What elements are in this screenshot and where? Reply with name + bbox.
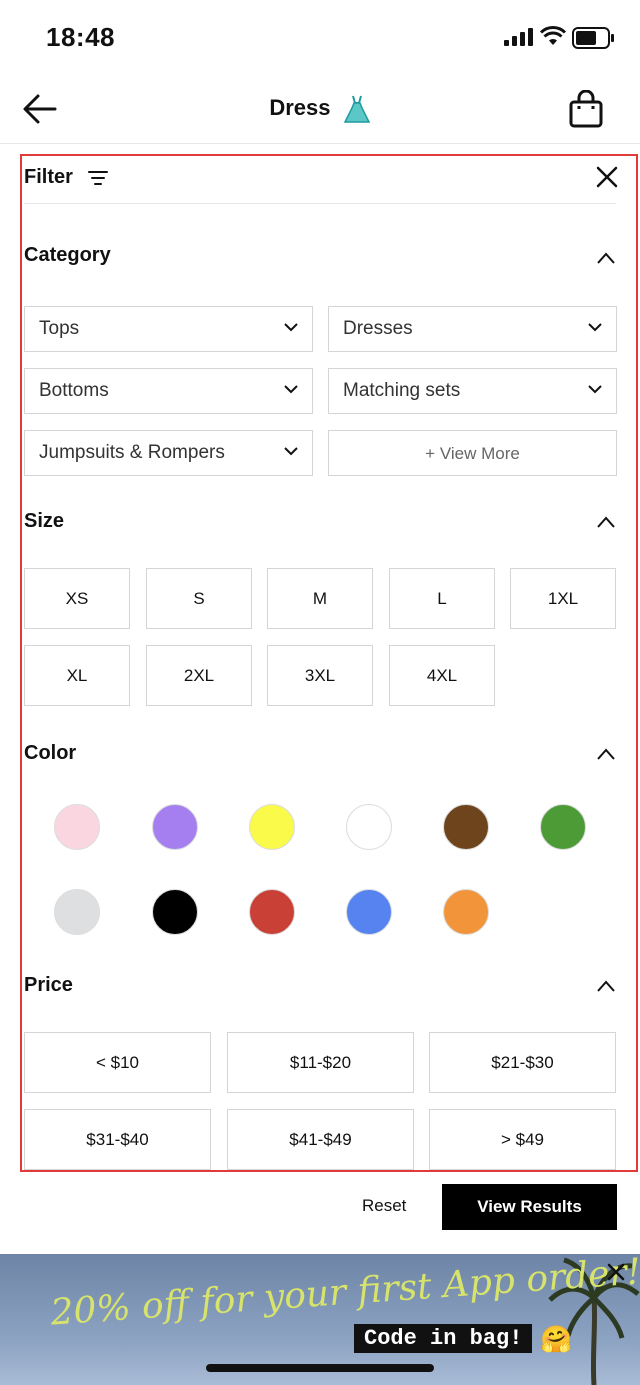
price-option-21-30[interactable]: $21-$30	[429, 1032, 616, 1093]
filter-header: Filter	[24, 160, 618, 204]
size-option-2xl[interactable]: 2XL	[146, 645, 252, 706]
color-swatch[interactable]	[249, 804, 295, 850]
app-header: Dress	[0, 72, 640, 144]
category-label: Dresses	[343, 318, 413, 339]
filter-panel: Filter Category Tops Dresses Bottoms Mat…	[20, 154, 638, 1172]
reset-button[interactable]: Reset	[362, 1196, 406, 1216]
view-results-button[interactable]: View Results	[442, 1184, 617, 1230]
status-time: 18:48	[46, 22, 115, 52]
category-dropdown-tops[interactable]: Tops	[24, 306, 313, 352]
chevron-down-icon	[284, 323, 298, 332]
size-option-3xl[interactable]: 3XL	[267, 645, 373, 706]
promo-code-label: Code in bag!	[354, 1324, 533, 1353]
home-indicator[interactable]	[206, 1364, 434, 1372]
size-title: Size	[24, 510, 65, 532]
category-label: Matching sets	[343, 380, 461, 401]
wifi-icon	[540, 26, 566, 45]
color-swatch[interactable]	[54, 889, 100, 935]
size-option-s[interactable]: S	[146, 568, 252, 629]
filter-title: Filter	[24, 166, 73, 188]
size-option-xs[interactable]: XS	[24, 568, 130, 629]
size-option-4xl[interactable]: 4XL	[389, 645, 495, 706]
price-option-over-49[interactable]: > $49	[429, 1109, 616, 1170]
chevron-down-icon	[284, 385, 298, 394]
color-swatch[interactable]	[152, 804, 198, 850]
price-option-11-20[interactable]: $11-$20	[227, 1032, 414, 1093]
size-option-xl[interactable]: XL	[24, 645, 130, 706]
color-swatch[interactable]	[249, 889, 295, 935]
color-swatch[interactable]	[540, 804, 586, 850]
chevron-down-icon	[284, 447, 298, 456]
chevron-up-icon[interactable]	[596, 980, 616, 992]
chevron-down-icon	[588, 323, 602, 332]
status-bar: 18:48	[0, 0, 640, 72]
page-title: Dress	[0, 94, 640, 124]
close-icon[interactable]	[596, 166, 618, 188]
category-dropdown-bottoms[interactable]: Bottoms	[24, 368, 313, 414]
close-icon[interactable]	[606, 1262, 626, 1282]
category-label: Jumpsuits & Rompers	[39, 442, 225, 463]
category-dropdown-dresses[interactable]: Dresses	[328, 306, 617, 352]
chevron-up-icon[interactable]	[596, 516, 616, 528]
category-label: Tops	[39, 318, 80, 339]
price-option-31-40[interactable]: $31-$40	[24, 1109, 211, 1170]
category-dropdown-jumpsuits[interactable]: Jumpsuits & Rompers	[24, 430, 313, 476]
category-dropdown-matching-sets[interactable]: Matching sets	[328, 368, 617, 414]
battery-icon	[572, 27, 614, 49]
color-title: Color	[24, 742, 77, 764]
price-option-41-49[interactable]: $41-$49	[227, 1109, 414, 1170]
cellular-signal-icon	[504, 28, 533, 46]
dress-icon	[343, 95, 370, 123]
color-swatch[interactable]	[443, 804, 489, 850]
price-option-under-10[interactable]: < $10	[24, 1032, 211, 1093]
price-title: Price	[24, 974, 73, 996]
category-label: Bottoms	[39, 380, 109, 401]
page-title-text: Dress	[269, 94, 331, 120]
size-option-m[interactable]: M	[267, 568, 373, 629]
chevron-up-icon[interactable]	[596, 252, 616, 264]
filter-lines-icon	[88, 171, 108, 185]
color-swatch[interactable]	[54, 804, 100, 850]
size-option-l[interactable]: L	[389, 568, 495, 629]
view-more-button[interactable]: + View More	[328, 430, 617, 476]
color-swatch[interactable]	[152, 889, 198, 935]
hugging-face-icon: 🤗	[540, 1324, 573, 1354]
size-option-1xl[interactable]: 1XL	[510, 568, 616, 629]
shopping-bag-icon[interactable]	[568, 90, 604, 128]
color-swatch[interactable]	[346, 889, 392, 935]
view-more-label: + View More	[425, 444, 520, 463]
color-swatch[interactable]	[443, 889, 489, 935]
color-swatch[interactable]	[346, 804, 392, 850]
chevron-up-icon[interactable]	[596, 748, 616, 760]
chevron-down-icon	[588, 385, 602, 394]
category-title: Category	[24, 244, 111, 266]
